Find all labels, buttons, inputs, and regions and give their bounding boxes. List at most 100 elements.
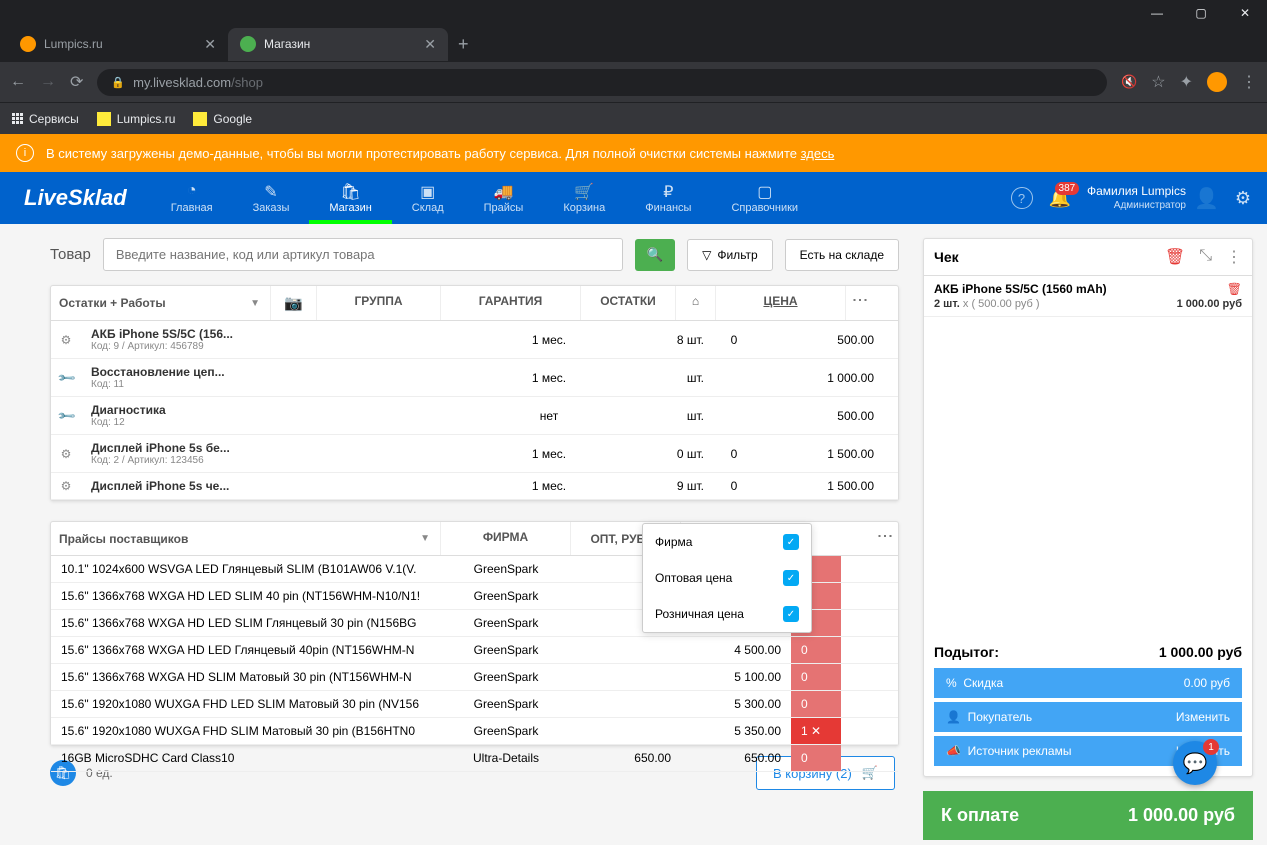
filter-icon: ▽ xyxy=(702,248,711,262)
user-icon: 👤 xyxy=(1194,186,1219,211)
browser-tab-1[interactable]: Lumpics.ru ✕ xyxy=(8,28,228,61)
orders-icon: ✎ xyxy=(264,182,277,202)
profile-avatar[interactable] xyxy=(1207,72,1227,92)
address-bar[interactable]: 🔒 my.livesklad.com/shop xyxy=(97,69,1107,96)
nav-prices[interactable]: 🚚Прайсы xyxy=(464,176,544,220)
checkbox-checked-icon[interactable]: ✓ xyxy=(783,606,799,622)
bookmark-google[interactable]: Google xyxy=(193,112,252,126)
col-home[interactable]: ⌂ xyxy=(676,286,716,320)
reload-button[interactable]: ⟳ xyxy=(70,72,83,92)
tab-close-icon[interactable]: ✕ xyxy=(204,36,216,53)
extensions-icon[interactable]: ✦ xyxy=(1180,72,1193,92)
col-warranty[interactable]: ГАРАНТИЯ xyxy=(441,286,581,320)
stock-row[interactable]: 🔧 Восстановление цеп...Код: 11 1 мес. шт… xyxy=(51,359,898,397)
stock-more-icon[interactable]: ⋮ xyxy=(846,286,873,320)
nav-warehouse[interactable]: ▣Склад xyxy=(392,176,464,220)
remove-item-icon[interactable]: 🗑 xyxy=(1227,282,1242,296)
tab-title: Магазин xyxy=(264,37,310,51)
nav-cart[interactable]: 🛒Корзина xyxy=(543,176,625,220)
folder-icon xyxy=(193,112,207,126)
search-button[interactable]: 🔍 xyxy=(635,239,676,271)
qty-cell[interactable]: 0 xyxy=(791,691,841,717)
delete-cart-icon[interactable]: 🗑 xyxy=(1165,247,1185,267)
suppliers-more-icon[interactable]: ⋮ xyxy=(871,522,898,555)
settings-icon[interactable]: ⚙ xyxy=(1235,188,1251,209)
forward-button[interactable]: → xyxy=(40,73,56,91)
tab-close-icon[interactable]: ✕ xyxy=(424,36,436,53)
supplier-row[interactable]: 15.6" 1920x1080 WUXGA FHD SLIM Матовый 3… xyxy=(51,718,898,745)
window-maximize[interactable]: ▢ xyxy=(1189,4,1213,22)
row-type-icon: 🔧 xyxy=(51,397,81,434)
lock-icon: 🔒 xyxy=(111,76,125,89)
col-remain[interactable]: ОСТАТКИ xyxy=(581,286,676,320)
notifications-button[interactable]: 🔔 387 xyxy=(1049,188,1071,209)
demo-text: В систему загружены демо-данные, чтобы в… xyxy=(46,146,834,161)
cart-panel: Чек 🗑 ⤡ ⋮ АКБ iPhone 5S/5C (1560 mAh)🗑 2… xyxy=(923,238,1253,777)
stock-row[interactable]: ⚙ Дисплей iPhone 5s бе...Код: 2 / Артику… xyxy=(51,435,898,473)
logo[interactable]: LiveSklad xyxy=(0,185,151,211)
row-type-icon: ⚙ xyxy=(51,321,81,358)
camera-button[interactable]: 📷 xyxy=(271,286,317,320)
bookmark-lumpics[interactable]: Lumpics.ru xyxy=(97,112,176,126)
supplier-row[interactable]: 15.6" 1920x1080 WUXGA FHD LED SLIM Матов… xyxy=(51,691,898,718)
cart-item[interactable]: АКБ iPhone 5S/5C (1560 mAh)🗑 2 шт. x ( 5… xyxy=(924,276,1252,317)
buyer-button[interactable]: 👤 Покупатель Изменить xyxy=(934,702,1242,732)
stock-row[interactable]: ⚙ АКБ iPhone 5S/5C (156...Код: 9 / Артик… xyxy=(51,321,898,359)
stock-row[interactable]: 🔧 ДиагностикаКод: 12 нет шт. 500.00 xyxy=(51,397,898,435)
nav-shop[interactable]: 🛍Магазин xyxy=(309,176,391,224)
supplier-row[interactable]: 15.6" 1366x768 WXGA HD SLIM Матовый 30 p… xyxy=(51,664,898,691)
subtotal-label: Подытог: xyxy=(934,644,999,660)
qty-cell[interactable]: 0 xyxy=(791,664,841,690)
new-tab-button[interactable]: + xyxy=(448,28,479,61)
nav-home[interactable]: ◔Главная xyxy=(151,176,233,220)
discount-button[interactable]: % Скидка 0.00 руб xyxy=(934,668,1242,698)
toggle-retail[interactable]: Розничная цена✓ xyxy=(643,596,811,632)
suppliers-dropdown[interactable]: Прайсы поставщиков▼ xyxy=(51,522,441,555)
search-input[interactable] xyxy=(103,238,623,271)
browser-menu-icon[interactable]: ⋮ xyxy=(1241,72,1257,92)
nav-orders[interactable]: ✎Заказы xyxy=(233,176,310,220)
qty-cell[interactable]: 0 xyxy=(791,745,841,771)
checkbox-checked-icon[interactable]: ✓ xyxy=(783,570,799,586)
checkbox-checked-icon[interactable]: ✓ xyxy=(783,534,799,550)
apps-shortcut[interactable]: Сервисы xyxy=(12,112,79,126)
stock-panel: Остатки + Работы▼ 📷 ГРУППА ГАРАНТИЯ ОСТА… xyxy=(50,285,899,501)
user-role: Администратор xyxy=(1087,199,1186,212)
translate-icon[interactable]: 🔇 xyxy=(1121,74,1137,90)
toggle-firm[interactable]: Фирма✓ xyxy=(643,524,811,560)
supplier-row[interactable]: 15.6" 1366x768 WXGA HD LED Глянцевый 40p… xyxy=(51,637,898,664)
help-button[interactable]: ? xyxy=(1011,187,1033,209)
window-close[interactable]: ✕ xyxy=(1233,4,1257,22)
qty-cell[interactable]: 0 xyxy=(791,637,841,663)
window-minimize[interactable]: — xyxy=(1145,4,1169,22)
supplier-row[interactable]: 16GB MicroSDHC Card Class10 Ultra-Detail… xyxy=(51,745,898,772)
col-firm[interactable]: ФИРМА xyxy=(441,522,571,555)
search-label: Товар xyxy=(50,246,91,263)
col-price[interactable]: ЦЕНА xyxy=(716,286,846,320)
bookmark-star-icon[interactable]: ☆ xyxy=(1151,72,1165,92)
browser-tab-2[interactable]: Магазин ✕ xyxy=(228,28,448,61)
row-type-icon: 🔧 xyxy=(51,359,81,396)
info-icon: i xyxy=(16,144,34,162)
qty-cell[interactable]: 1 ✕ xyxy=(791,718,841,744)
nav-refs[interactable]: ▢Справочники xyxy=(711,176,818,220)
cart-more-icon[interactable]: ⋮ xyxy=(1226,247,1242,267)
filter-button[interactable]: ▽Фильтр xyxy=(687,239,773,271)
user-menu[interactable]: Фамилия Lumpics Администратор 👤 xyxy=(1087,184,1219,213)
url-host: my.livesklad.com xyxy=(133,75,231,90)
finance-icon: ₽ xyxy=(663,182,673,202)
toggle-opt[interactable]: Оптовая цена✓ xyxy=(643,560,811,596)
chat-widget[interactable]: 💬 1 xyxy=(1173,741,1217,785)
stock-dropdown[interactable]: Остатки + Работы▼ xyxy=(51,286,271,320)
back-button[interactable]: ← xyxy=(10,73,26,91)
nav-finance[interactable]: ₽Финансы xyxy=(625,176,711,220)
browser-chrome: — ▢ ✕ Lumpics.ru ✕ Магазин ✕ + ← → ⟳ 🔒 m… xyxy=(0,0,1267,134)
camera-icon: 📷 xyxy=(284,295,303,312)
col-group[interactable]: ГРУППА xyxy=(317,286,441,320)
collapse-icon[interactable]: ⤡ xyxy=(1199,247,1212,267)
stock-row[interactable]: ⚙ Дисплей iPhone 5s че... 1 мес. 9 шт. 0… xyxy=(51,473,898,500)
demo-link[interactable]: здесь xyxy=(801,146,835,161)
in-stock-button[interactable]: Есть на складе xyxy=(785,239,899,271)
pay-button[interactable]: К оплате 1 000.00 руб xyxy=(923,791,1253,840)
bookmark-label: Lumpics.ru xyxy=(117,112,176,126)
